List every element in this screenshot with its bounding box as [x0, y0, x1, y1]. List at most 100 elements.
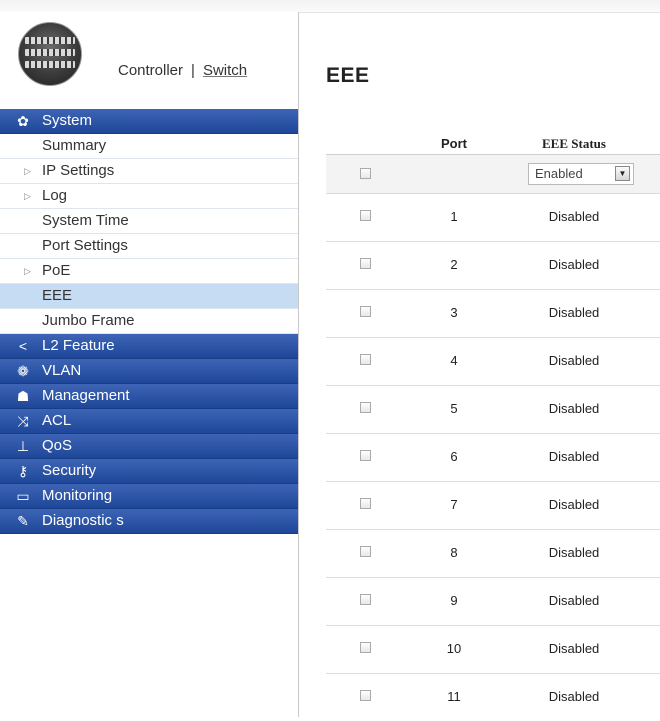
menu-item-label: Log [42, 187, 68, 204]
table-row: 3 Disabled [326, 289, 660, 337]
menu-item-jumbo-frame[interactable]: Jumbo Frame [0, 309, 298, 334]
mode-switcher: Controller | Switch [118, 62, 247, 79]
menu-item-port-settings[interactable]: Port Settings [0, 234, 298, 259]
port-cell: 10 [446, 641, 462, 656]
menu-item-log[interactable]: ▷ Log [0, 184, 298, 209]
menu-item-system-time[interactable]: System Time [0, 209, 298, 234]
gear-icon: ✿ [17, 113, 29, 129]
menu-category-vlan[interactable]: ❁ VLAN [0, 359, 298, 384]
table-header: Port EEE Status [326, 132, 660, 154]
network-icon: ❁ [17, 363, 29, 379]
row-checkbox[interactable] [360, 306, 371, 317]
menu-item-label: PoE [42, 262, 71, 279]
status-cell: Disabled [548, 497, 600, 512]
share-icon: < [18, 338, 28, 354]
table-row: 5 Disabled [326, 385, 660, 433]
table-row: 7 Disabled [326, 481, 660, 529]
menu-category-label: Diagnostic s [42, 512, 124, 529]
row-checkbox[interactable] [360, 450, 371, 461]
menu-item-eee[interactable]: EEE [0, 284, 298, 309]
menu-category-label: ACL [42, 412, 72, 429]
port-cell: 5 [450, 401, 458, 416]
row-checkbox[interactable] [360, 594, 371, 605]
menu-category-l2-feature[interactable]: < L2 Feature [0, 334, 298, 359]
menu-item-label: EEE [42, 287, 73, 304]
eee-table: Port EEE Status Enabled ▼ 1 Disabled 2 D… [326, 132, 660, 721]
menu-category-label: Security [42, 462, 97, 479]
dropdown-arrow-icon[interactable]: ▼ [615, 166, 630, 181]
controller-link[interactable]: Controller [118, 62, 183, 79]
row-checkbox[interactable] [360, 258, 371, 269]
port-cell: 6 [450, 449, 458, 464]
menu-item-label: System Time [42, 212, 129, 229]
table-row: 11 Disabled [326, 673, 660, 721]
port-cell: 4 [450, 353, 458, 368]
status-cell: Disabled [548, 353, 600, 368]
menu-category-diagnostics[interactable]: ✎ Diagnostic s [0, 509, 298, 534]
menu-category-acl[interactable]: ⤨ ACL [0, 409, 298, 434]
port-cell: 8 [450, 545, 458, 560]
status-cell: Disabled [548, 545, 600, 560]
nav-menu: ✿ System Summary ▷ IP Settings ▷ Log Sys… [0, 109, 298, 534]
table-row: 4 Disabled [326, 337, 660, 385]
port-cell: 3 [450, 305, 458, 320]
row-checkbox[interactable] [360, 498, 371, 509]
expand-arrow-icon[interactable]: ▷ [24, 184, 31, 208]
menu-item-ip-settings[interactable]: ▷ IP Settings [0, 159, 298, 184]
port-cell: 9 [450, 593, 458, 608]
column-header-eee-status: EEE Status [542, 136, 606, 151]
expand-arrow-icon[interactable]: ▷ [24, 259, 31, 283]
expand-arrow-icon[interactable]: ▷ [24, 159, 31, 183]
switch-link[interactable]: Switch [203, 62, 247, 79]
mode-separator: | [191, 62, 195, 79]
menu-category-label: L2 Feature [42, 337, 115, 354]
menu-item-label: Summary [42, 137, 107, 154]
bulk-eee-status-select[interactable]: Enabled ▼ [528, 163, 634, 185]
port-cell: 1 [450, 209, 458, 224]
status-cell: Disabled [548, 689, 600, 704]
select-all-checkbox[interactable] [360, 168, 371, 179]
bulk-edit-row: Enabled ▼ [326, 154, 660, 193]
port-cell: 7 [450, 497, 458, 512]
port-cell: 11 [447, 689, 461, 704]
menu-category-monitoring[interactable]: ▭ Monitoring [0, 484, 298, 509]
select-value: Enabled [535, 166, 583, 181]
menu-category-management[interactable]: ☗ Management [0, 384, 298, 409]
status-cell: Disabled [548, 593, 600, 608]
menu-category-system[interactable]: ✿ System [0, 109, 298, 134]
menu-item-label: Port Settings [42, 237, 128, 254]
row-checkbox[interactable] [360, 546, 371, 557]
menu-item-summary[interactable]: Summary [0, 134, 298, 159]
status-cell: Disabled [548, 305, 600, 320]
menu-item-poe[interactable]: ▷ PoE [0, 259, 298, 284]
row-checkbox[interactable] [360, 690, 371, 701]
menu-category-security[interactable]: ⚷ Security [0, 459, 298, 484]
row-checkbox[interactable] [360, 210, 371, 221]
row-checkbox[interactable] [360, 402, 371, 413]
status-cell: Disabled [548, 449, 600, 464]
row-checkbox[interactable] [360, 354, 371, 365]
status-cell: Disabled [548, 209, 600, 224]
sidebar: Controller | Switch ✿ System Summary ▷ IP … [0, 12, 299, 717]
row-checkbox[interactable] [360, 642, 371, 653]
menu-category-label: Management [42, 387, 130, 404]
wrench-icon: ✎ [17, 513, 29, 529]
port-cell: 2 [450, 257, 458, 272]
user-icon: ☗ [16, 388, 30, 404]
page-title: EEE [326, 64, 370, 87]
key-icon: ⚷ [17, 463, 29, 479]
logo-area: Controller | Switch [0, 12, 298, 99]
main-content: EEE Port EEE Status Enabled ▼ 1 Disabled… [299, 12, 660, 717]
menu-category-label: System [42, 112, 93, 129]
menu-category-label: QoS [42, 437, 73, 454]
menu-item-label: Jumbo Frame [42, 312, 135, 329]
menu-item-label: IP Settings [42, 162, 115, 179]
switch-device-image [18, 22, 82, 86]
table-row: 9 Disabled [326, 577, 660, 625]
table-row: 2 Disabled [326, 241, 660, 289]
menu-category-qos[interactable]: ⊥ QoS [0, 434, 298, 459]
status-cell: Disabled [548, 641, 600, 656]
table-row: 1 Disabled [326, 193, 660, 241]
table-row: 10 Disabled [326, 625, 660, 673]
hierarchy-icon: ⊥ [16, 438, 30, 454]
